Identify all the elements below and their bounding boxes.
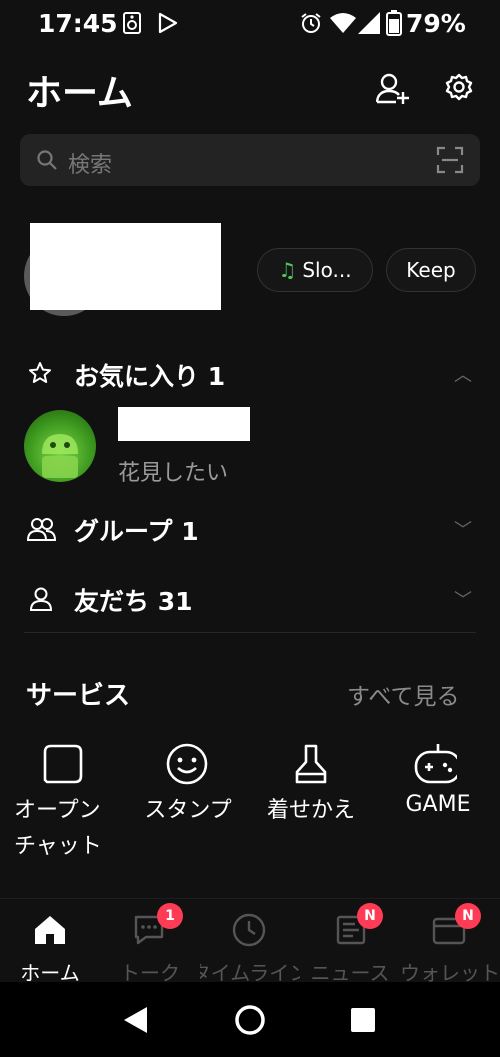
favorites-section-header[interactable]: お気に入り 1 ︿ xyxy=(24,355,476,395)
profile-music-label: Slo... xyxy=(302,258,352,282)
service-open-chat[interactable]: オープン チャット xyxy=(10,740,116,860)
nav-tab-news[interactable]: N ニュース xyxy=(300,899,400,985)
settings-gear-icon[interactable] xyxy=(444,72,474,102)
service-game[interactable]: GAME xyxy=(385,740,491,830)
game-controller-icon xyxy=(414,744,457,784)
service-label: オープン xyxy=(14,798,101,823)
alarm-icon xyxy=(301,13,321,33)
section-divider xyxy=(24,632,476,633)
favorite-status-message: 花見したい xyxy=(118,461,229,486)
services-title: サービス xyxy=(26,681,131,711)
service-label: GAME xyxy=(405,792,471,817)
battery-percent: 79% xyxy=(406,9,466,38)
chat-unread-badge: 1 xyxy=(157,903,183,929)
keep-button[interactable]: Keep xyxy=(386,248,476,292)
music-note-icon: ♫ xyxy=(278,258,297,282)
service-label: スタンプ xyxy=(144,798,232,823)
service-label-line2: チャット xyxy=(14,834,102,859)
open-chat-icon xyxy=(43,744,83,784)
sticker-smile-icon xyxy=(166,743,208,785)
status-time: 17:45 xyxy=(38,9,118,38)
wifi-icon xyxy=(330,13,356,33)
groups-title: グループ 1 xyxy=(74,517,199,546)
android-robot-icon xyxy=(42,434,78,478)
group-icon xyxy=(27,518,57,541)
cellular-signal-icon xyxy=(358,12,380,34)
clock-icon xyxy=(232,913,266,947)
nav-tab-chat[interactable]: 1 トーク xyxy=(100,899,200,985)
search-input[interactable]: 検索 xyxy=(68,147,112,179)
add-friend-icon[interactable] xyxy=(376,72,410,104)
home-icon xyxy=(35,916,65,944)
star-icon xyxy=(29,362,51,383)
service-themes[interactable]: 着せかえ xyxy=(258,740,364,830)
search-icon xyxy=(37,150,57,170)
battery-icon xyxy=(386,10,402,36)
chevron-down-icon: ﹀ xyxy=(454,590,472,611)
profile-name-redacted xyxy=(30,223,221,310)
recents-square-icon[interactable] xyxy=(350,1007,376,1033)
news-badge: N xyxy=(357,903,383,929)
services-see-all-link[interactable]: すべて見る xyxy=(347,677,459,711)
nav-label: ウォレット xyxy=(400,961,500,983)
play-store-icon xyxy=(158,12,178,34)
favorite-friend-avatar[interactable] xyxy=(24,410,96,482)
chevron-up-icon: ︿ xyxy=(454,365,472,386)
person-icon xyxy=(30,587,52,611)
speaker-icon xyxy=(123,12,141,34)
status-bar: 17:45 79% xyxy=(0,0,500,48)
back-triangle-icon[interactable] xyxy=(122,1006,148,1034)
nav-label: タイムライン xyxy=(200,961,300,983)
nav-tab-home[interactable]: ホーム xyxy=(0,899,100,985)
system-navigation-bar xyxy=(0,982,500,1057)
groups-section-header[interactable]: グループ 1 ﹀ xyxy=(24,510,476,550)
bottom-nav: ホーム 1 トーク タイムライン N ニュース N ウォレット xyxy=(0,898,500,985)
wallet-badge: N xyxy=(455,903,481,929)
friends-title: 友だち 31 xyxy=(74,587,193,616)
service-label: 着せかえ xyxy=(266,798,355,823)
favorites-title: お気に入り 1 xyxy=(74,362,226,391)
home-circle-icon[interactable] xyxy=(234,1004,266,1036)
page-title: ホーム xyxy=(26,73,133,114)
search-bar[interactable]: 検索 xyxy=(20,134,480,186)
service-sticker[interactable]: スタンプ xyxy=(135,740,241,830)
nav-tab-wallet[interactable]: N ウォレット xyxy=(400,899,500,983)
profile-music-button[interactable]: ♫ Slo... xyxy=(257,248,373,292)
favorite-name-redacted xyxy=(118,407,250,441)
qr-scan-icon[interactable] xyxy=(436,146,464,174)
nav-tab-timeline[interactable]: タイムライン xyxy=(200,899,300,983)
keep-label: Keep xyxy=(406,258,456,282)
friends-section-header[interactable]: 友だち 31 ﹀ xyxy=(24,580,476,620)
theme-brush-icon xyxy=(295,744,327,784)
chevron-down-icon: ﹀ xyxy=(454,520,472,541)
